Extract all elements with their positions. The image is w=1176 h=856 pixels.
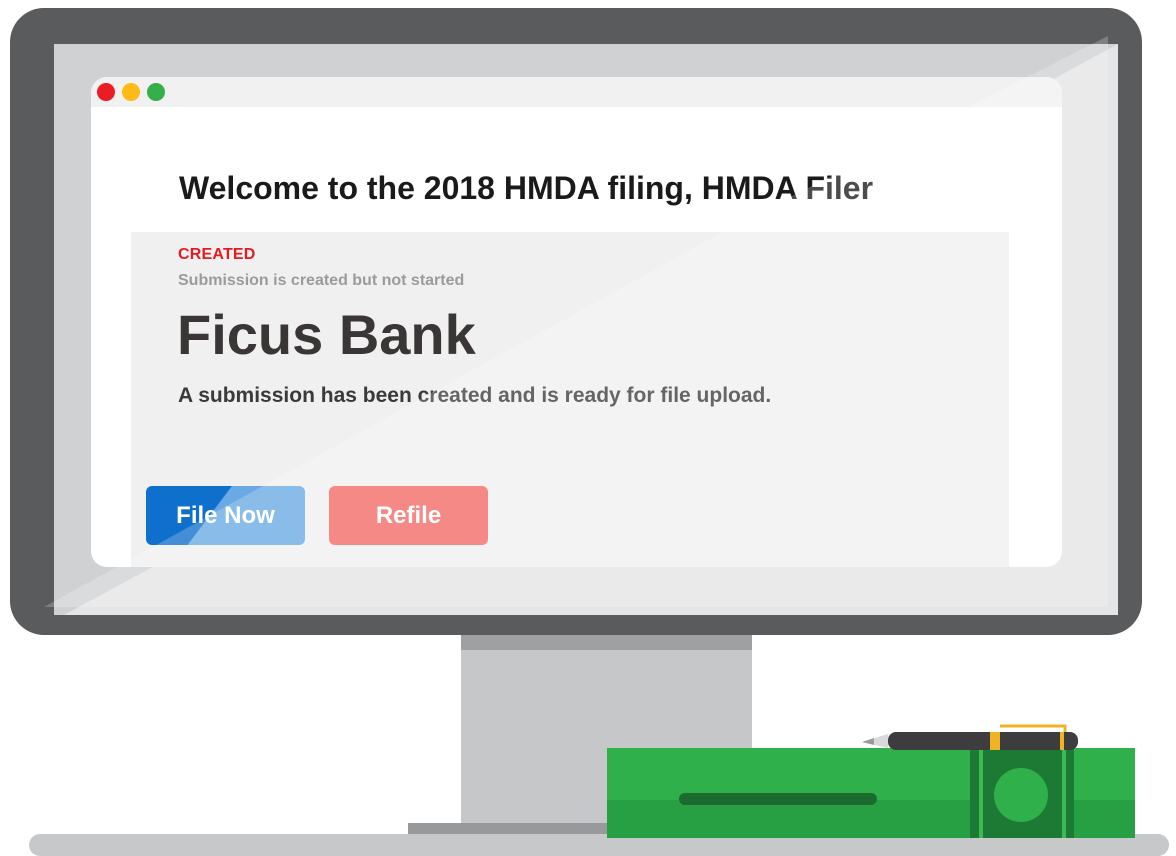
book-clasp xyxy=(994,768,1048,822)
refile-button[interactable]: Refile xyxy=(329,486,488,545)
welcome-heading: Welcome to the 2018 HMDA filing, HMDA Fi… xyxy=(179,170,874,206)
illustration-scene: Welcome to the 2018 HMDA filing, HMDA Fi… xyxy=(0,0,1176,856)
status-description: Submission is created but not started xyxy=(178,272,465,289)
status-label: CREATED xyxy=(178,246,256,263)
file-now-button[interactable]: File Now xyxy=(146,486,305,545)
institution-name: Ficus Bank xyxy=(177,303,476,366)
close-window-dot[interactable] xyxy=(97,83,115,101)
fountain-pen-icon xyxy=(862,724,1078,750)
maximize-window-dot[interactable] xyxy=(147,83,165,101)
book-strap-stitch xyxy=(979,748,983,838)
submission-card: CREATED Submission is created but not st… xyxy=(131,232,1009,567)
green-book xyxy=(607,748,1135,838)
browser-window: Welcome to the 2018 HMDA filing, HMDA Fi… xyxy=(91,77,1062,567)
browser-title-bar xyxy=(91,77,1062,107)
book-strap-stitch xyxy=(1062,748,1066,838)
monitor-stand-shadow xyxy=(461,635,752,650)
submission-message: A submission has been created and is rea… xyxy=(178,384,772,407)
minimize-window-dot[interactable] xyxy=(122,83,140,101)
book-slot xyxy=(679,793,877,805)
